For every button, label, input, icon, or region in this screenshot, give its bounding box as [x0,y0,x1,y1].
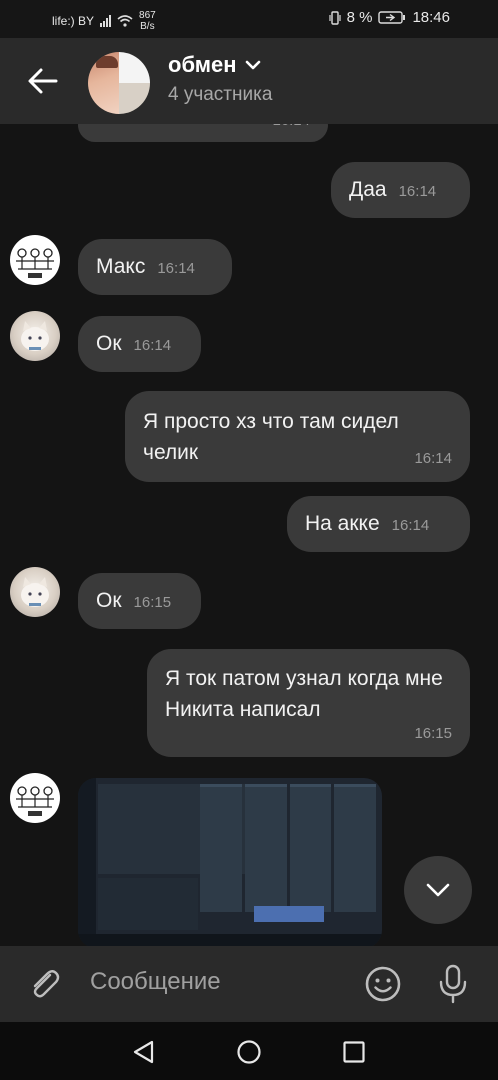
vibrate-icon [328,10,341,25]
image-sidebar [78,778,96,948]
message-text: Макс [96,255,146,278]
cat-avatar[interactable] [10,311,60,361]
header-content: обмен 4 участника [0,38,498,124]
message-bubble-incoming[interactable]: Макс 16:14 [78,239,232,295]
back-arrow-icon[interactable] [26,64,60,98]
battery-percent: 8 % [346,9,373,26]
image-play-button [254,906,324,922]
avatar-photo-bottom-right [119,83,150,114]
status-bar: life:) BY 867 B/s 8 % 18:46 [0,0,498,38]
nav-back-icon[interactable] [131,1039,157,1065]
message-bubble-outgoing[interactable]: Даа 16:14 [331,162,470,218]
cat-avatar[interactable] [10,567,60,617]
scroll-down-button[interactable] [404,856,472,924]
avatar-photo-left [88,52,119,114]
message-time: 16:14 [391,517,430,534]
attach-icon[interactable] [26,966,62,1002]
message-bubble-outgoing[interactable]: На акке 16:14 [287,496,470,552]
message-bubble-outgoing[interactable]: Я просто хз что там сидел челик 16:14 [125,391,470,482]
nav-recents-icon[interactable] [341,1039,367,1065]
message-text: Даа [349,178,387,201]
chevron-down-icon [426,883,450,897]
system-nav-bar [0,1022,498,1080]
image-friends-panel [98,878,198,930]
message-composer: Сообщение [0,946,498,1022]
clock: 18:46 [412,9,450,26]
message-text: Я ток патом узнал когда мне Никита напис… [165,667,443,721]
network-speed: 867 B/s [139,10,156,32]
chat-subtitle: 4 участника [168,84,273,105]
message-text: Я просто хз что там сидел челик [143,410,399,464]
comic-avatar[interactable] [10,235,60,285]
nav-home-icon[interactable] [236,1039,262,1065]
message-text: На акке [305,512,380,535]
image-cards [200,784,376,912]
battery-icon [378,11,406,24]
message-bubble-outgoing[interactable]: Я ток патом узнал когда мне Никита напис… [147,649,470,757]
signal-icon [100,15,112,27]
message-time: 16:14 [398,183,437,200]
message-time: 16:15 [414,725,452,742]
message-bubble-incoming[interactable]: Ок 16:14 [78,316,201,372]
avatar-photo-top-right [119,52,150,83]
comic-avatar[interactable] [10,773,60,823]
message-time: 16:14 [133,337,172,354]
group-avatar[interactable] [88,52,150,114]
message-time: 16:14 [414,450,452,467]
chevron-down-icon [245,60,260,70]
emoji-icon[interactable] [364,965,402,1003]
message-input[interactable]: Сообщение [90,968,221,996]
mic-icon[interactable] [436,963,470,1005]
message-bubble-incoming[interactable]: Ок 16:15 [78,573,201,629]
chat-title[interactable]: обмен [168,52,261,78]
message-time: 16:15 [133,594,172,611]
message-time: 16:14 [157,260,195,277]
message-text: Ок [96,332,122,355]
carrier-label: life:) BY [52,14,95,28]
message-text: Ок [96,589,122,612]
wifi-icon [117,15,133,27]
image-attachment[interactable] [78,778,382,948]
